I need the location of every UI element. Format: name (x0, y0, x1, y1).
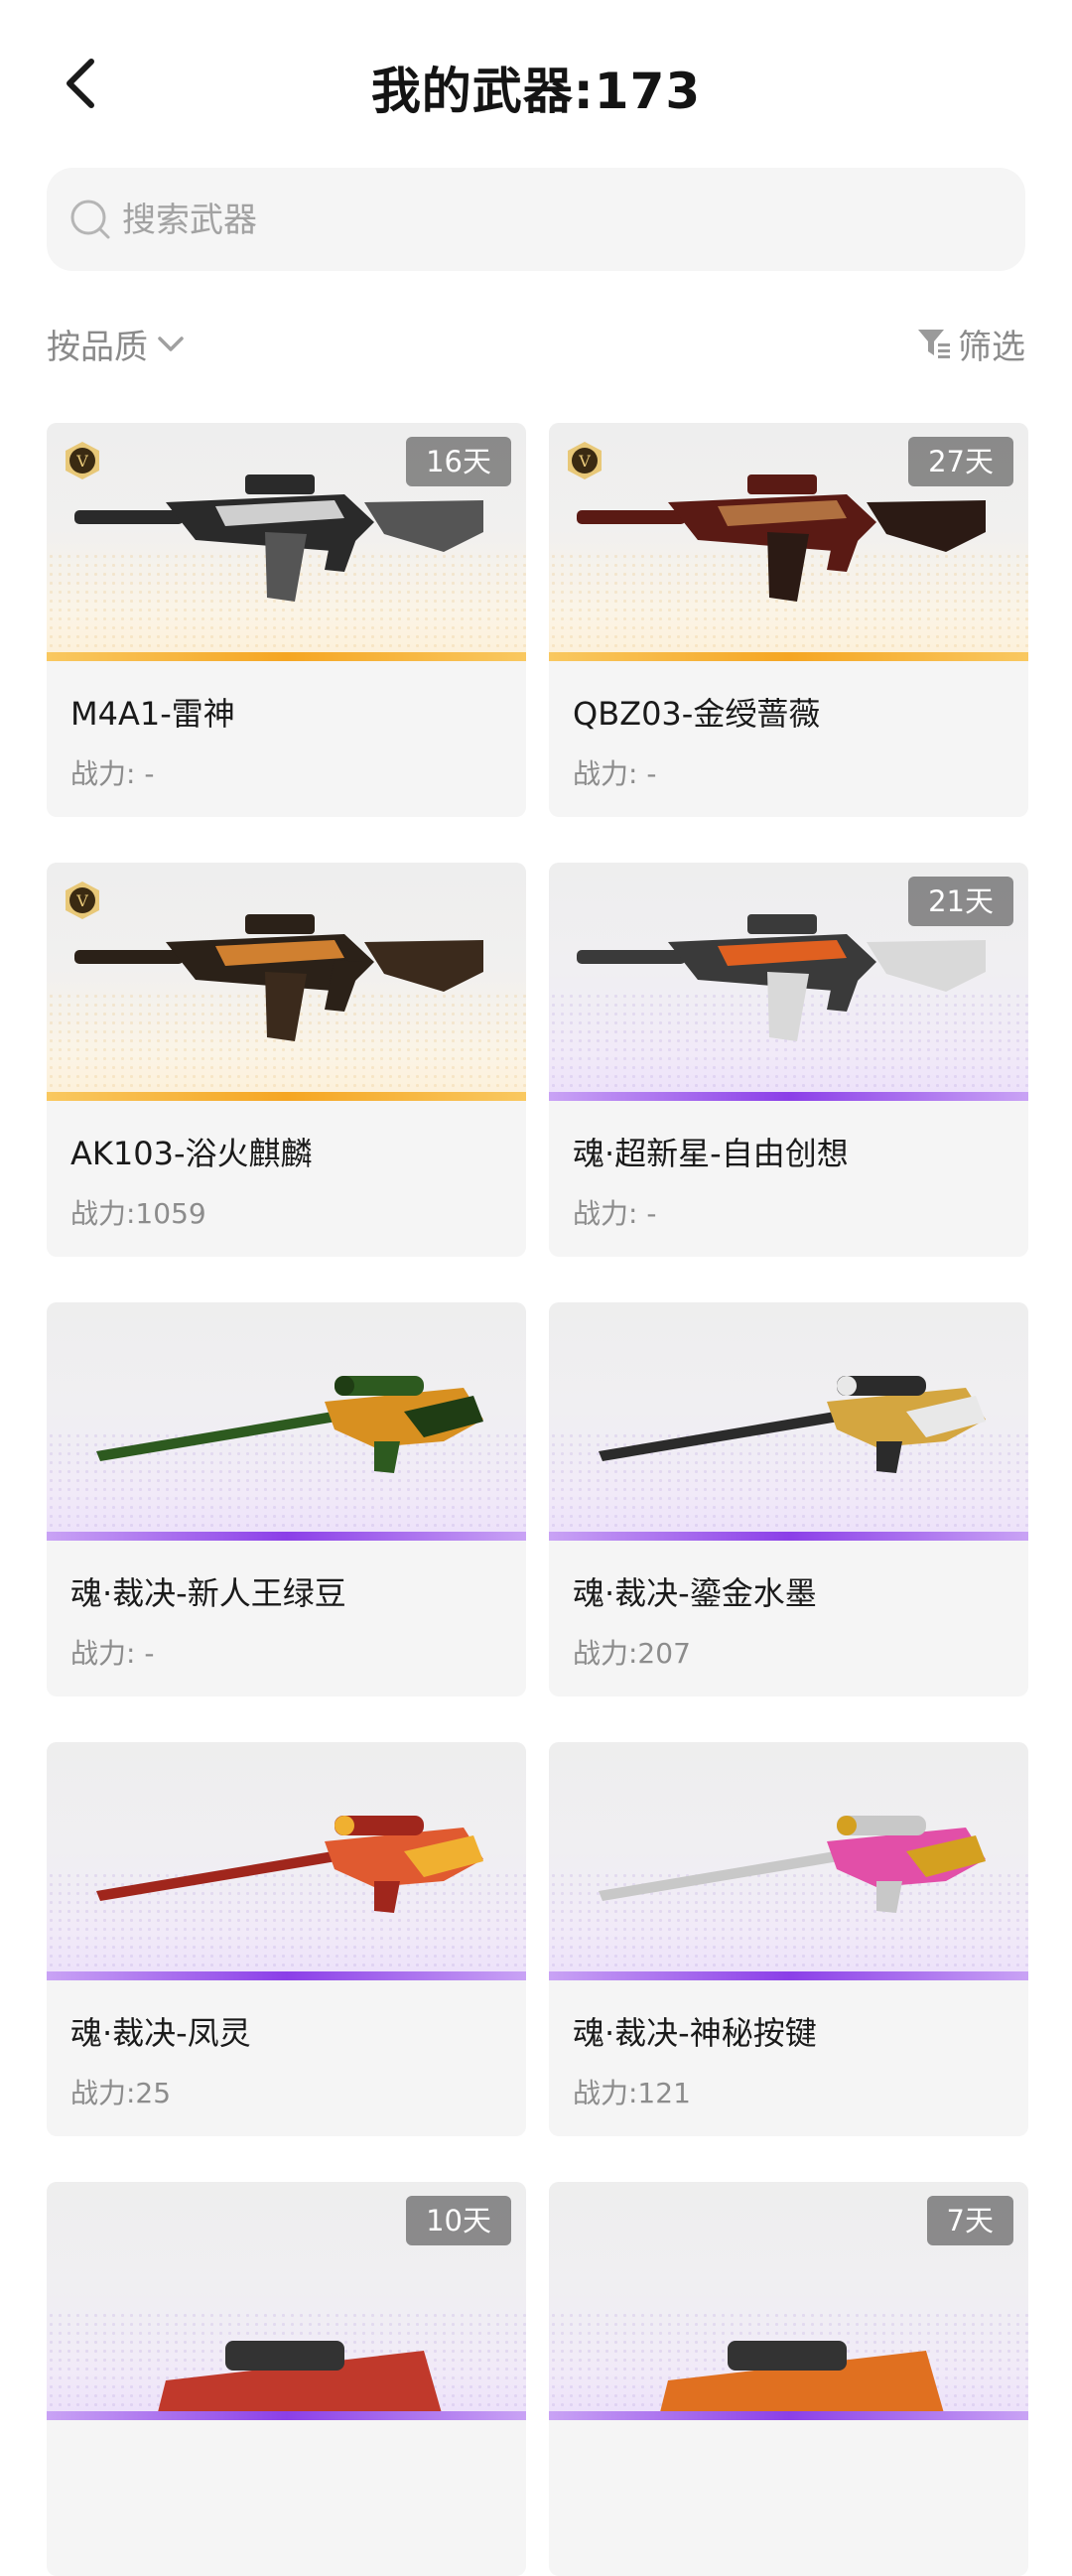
weapon-power: 战力: - (573, 757, 657, 790)
weapon-image-area (549, 1302, 1028, 1541)
search-input[interactable] (120, 168, 998, 273)
weapon-card-10[interactable]: 7天 (549, 2182, 1028, 2576)
weapon-card-1[interactable]: V 16天 M4A1-雷神 战力: - (47, 423, 526, 817)
svg-text:V: V (75, 891, 88, 910)
rarity-stripe (549, 1971, 1028, 1980)
sort-label: 按品质 (47, 327, 148, 367)
rarity-stripe (47, 1532, 526, 1541)
weapon-card-3[interactable]: V AK103-浴火麒麟 战力:1059 (47, 863, 526, 1257)
weapon-card-4[interactable]: 21天 魂·超新星-自由创想 战力: - (549, 863, 1028, 1257)
ak103-qilin-image (74, 914, 483, 1041)
weapon-card-6[interactable]: 魂·裁决-鎏金水墨 战力:207 (549, 1302, 1028, 1696)
weapon-image-area: V 27天 (549, 423, 1028, 661)
weapon-image-area: 10天 (47, 2182, 526, 2420)
weapon-image-area (47, 1302, 526, 1541)
weapon-image-area: V (47, 863, 526, 1101)
weapon-image-area: 21天 (549, 863, 1028, 1101)
filter-icon (918, 330, 950, 358)
expiry-days-badge: 21天 (908, 877, 1013, 926)
weapon-name: 魂·裁决-神秘按键 (573, 2014, 817, 2052)
weapon-name: QBZ03-金绶蔷薇 (573, 695, 821, 733)
chevron-down-icon (158, 337, 184, 351)
svg-text:V: V (75, 452, 88, 471)
weapon-power: 战力:207 (573, 1637, 691, 1670)
weapon-power: 战力:25 (70, 2077, 172, 2109)
weapon-card-2[interactable]: V 27天 QBZ03-金绶蔷薇 战力: - (549, 423, 1028, 817)
rarity-stripe (549, 1532, 1028, 1541)
header: 我的武器:173 (0, 0, 1072, 171)
weapon-name: 魂·裁决-新人王绿豆 (70, 1574, 346, 1612)
expiry-days-badge: 10天 (406, 2196, 511, 2245)
weapon-name: 魂·超新星-自由创想 (573, 1135, 849, 1172)
weapon-image-area: V 16天 (47, 423, 526, 661)
rarity-stripe (549, 1092, 1028, 1101)
weapon-name: AK103-浴火麒麟 (70, 1135, 313, 1172)
weapon-card-7[interactable]: 魂·裁决-凤灵 战力:25 (47, 1742, 526, 2136)
awm-phoenix-image (96, 1816, 483, 1913)
weapon-image-area (47, 1742, 526, 1980)
weapon-card-5[interactable]: 魂·裁决-新人王绿豆 战力: - (47, 1302, 526, 1696)
weapon-power: 战力: - (573, 1197, 657, 1230)
weapon-image-area: 7天 (549, 2182, 1028, 2420)
search-bar[interactable] (47, 168, 1025, 273)
weapon-image-area (549, 1742, 1028, 1980)
rarity-stripe (47, 652, 526, 661)
page-title: 我的武器:173 (370, 63, 702, 120)
weapon-name: M4A1-雷神 (70, 695, 235, 733)
search-icon (70, 200, 110, 239)
weapon-name: 魂·裁决-鎏金水墨 (573, 1574, 817, 1612)
vip-v-badge-icon: V (66, 442, 99, 479)
sort-by-quality-button[interactable]: 按品质 (47, 316, 188, 371)
expiry-days-badge: 16天 (406, 437, 511, 486)
weapon-power: 战力:1059 (70, 1197, 206, 1230)
weapon-power: 战力: - (70, 1637, 155, 1670)
filter-label: 筛选 (958, 327, 1025, 367)
rarity-stripe (549, 2411, 1028, 2420)
vip-v-badge-icon: V (66, 881, 99, 919)
rarity-stripe (47, 1971, 526, 1980)
expiry-days-badge: 27天 (908, 437, 1013, 486)
weapon-power: 战力: - (70, 757, 155, 790)
rarity-stripe (549, 652, 1028, 661)
weapon-card-8[interactable]: 魂·裁决-神秘按键 战力:121 (549, 1742, 1028, 2136)
expiry-days-badge: 7天 (926, 2196, 1013, 2245)
filter-button[interactable]: 筛选 (916, 316, 1025, 371)
weapon-power: 战力:121 (573, 2077, 691, 2109)
awm-mystic-image (599, 1816, 986, 1913)
vip-v-badge-icon: V (568, 442, 602, 479)
weapon-name: 魂·裁决-凤灵 (70, 2014, 251, 2052)
svg-text:V: V (578, 452, 591, 471)
awm-green-image (96, 1376, 483, 1473)
rarity-stripe (47, 2411, 526, 2420)
weapon-card-9[interactable]: 10天 (47, 2182, 526, 2576)
rarity-stripe (47, 1092, 526, 1101)
awm-gold-ink-image (599, 1376, 986, 1473)
